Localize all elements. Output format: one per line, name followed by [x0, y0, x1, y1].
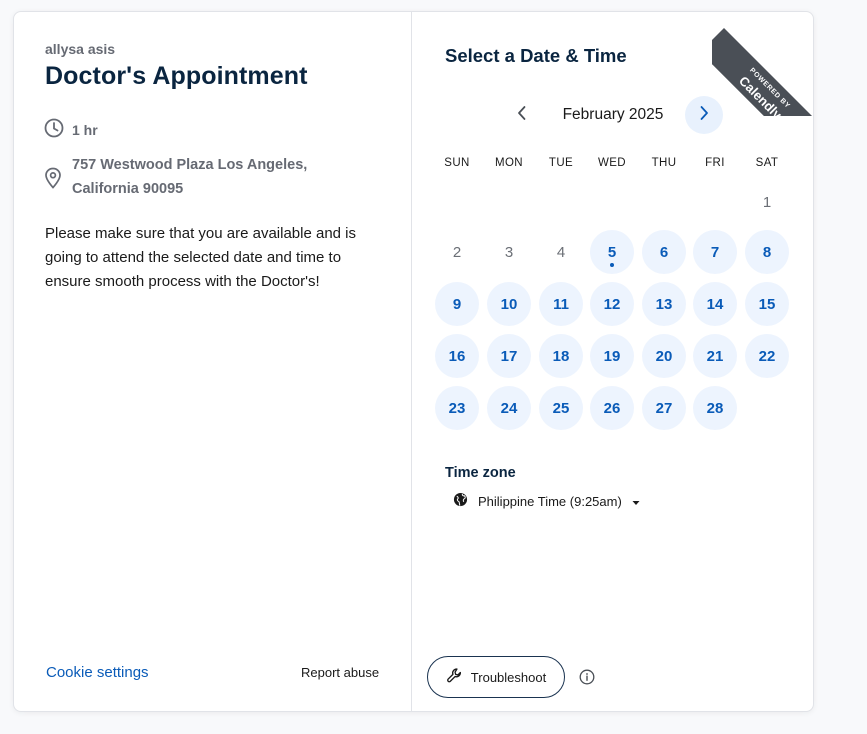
calendar-day-available[interactable]: 13 [642, 282, 686, 326]
weekday-thu: THU [651, 157, 677, 169]
calendar-day-available[interactable]: 16 [435, 334, 479, 378]
event-duration: 1 hr [44, 118, 98, 141]
date-picker-panel: Select a Date & Time February 2025 SUN MO… [413, 12, 813, 711]
calendar-day-available[interactable]: 11 [539, 282, 583, 326]
calendar-day-available[interactable]: 6 [642, 230, 686, 274]
weekday-tue: TUE [548, 157, 574, 169]
calendar-day-available[interactable]: 24 [487, 386, 531, 430]
globe-icon [453, 492, 468, 510]
calendar-day-available[interactable]: 17 [487, 334, 531, 378]
today-indicator [610, 263, 614, 267]
location-line-1: 757 Westwood Plaza Los Angeles, [72, 157, 308, 173]
calendar-day-available[interactable]: 21 [693, 334, 737, 378]
duration-text: 1 hr [72, 121, 98, 138]
calendar-day-available[interactable]: 28 [693, 386, 737, 430]
host-name: allysa asis [45, 41, 116, 57]
powered-by-badge[interactable]: POWERED BY Calendly [712, 12, 813, 116]
calendar-day-unavailable: 2 [452, 243, 462, 261]
weekday-mon: MON [494, 157, 524, 169]
calendar-day-available[interactable]: 14 [693, 282, 737, 326]
report-abuse-link[interactable]: Report abuse [301, 665, 379, 680]
calendar-day-available[interactable]: 5 [590, 230, 634, 274]
troubleshoot-label: Troubleshoot [470, 669, 547, 685]
troubleshoot-button[interactable]: Troubleshoot [427, 656, 565, 698]
weekday-sun: SUN [444, 157, 470, 169]
location-pin-icon [44, 167, 62, 197]
calendar-day-available[interactable]: 9 [435, 282, 479, 326]
cookie-settings-link[interactable]: Cookie settings [46, 664, 149, 681]
calendar-day-available[interactable]: 23 [435, 386, 479, 430]
chevron-right-icon [698, 105, 710, 126]
location-line-2: California 90095 [72, 181, 184, 197]
weekday-wed: WED [597, 157, 627, 169]
calendar-day-unavailable: 3 [504, 243, 514, 261]
calendar-day-unavailable: 1 [762, 193, 772, 211]
calendar-day-available[interactable]: 26 [590, 386, 634, 430]
calendar-day-available[interactable]: 20 [642, 334, 686, 378]
calendar-day-available[interactable]: 15 [745, 282, 789, 326]
weekday-fri: FRI [705, 157, 725, 169]
calendar-day-available[interactable]: 27 [642, 386, 686, 430]
clock-icon [44, 118, 64, 141]
booking-card: allysa asis Doctor's Appointment 1 hr 75… [13, 11, 814, 712]
calendar-day-available[interactable]: 18 [539, 334, 583, 378]
powered-by-ribbon: POWERED BY Calendly [712, 28, 813, 116]
timezone-value: Philippine Time (9:25am) [478, 493, 622, 509]
calendar-day-unavailable: 4 [556, 243, 566, 261]
calendar-day-available[interactable]: 12 [590, 282, 634, 326]
date-picker-title: Select a Date & Time [445, 45, 627, 66]
caret-down-icon [632, 494, 640, 509]
event-description: Please make sure that you are available … [45, 225, 357, 290]
info-icon[interactable] [579, 669, 595, 685]
previous-month-button[interactable] [503, 96, 541, 134]
month-label: February 2025 [562, 106, 664, 123]
calendar-day-available[interactable]: 8 [745, 230, 789, 274]
event-title: Doctor's Appointment [45, 62, 308, 90]
event-location: 757 Westwood Plaza Los Angeles, Californ… [44, 153, 307, 201]
calendar-day-available[interactable]: 25 [539, 386, 583, 430]
calendar-day-available[interactable]: 19 [590, 334, 634, 378]
wrench-icon [446, 667, 463, 687]
timezone-label: Time zone [445, 465, 516, 481]
calendar-day-available[interactable]: 22 [745, 334, 789, 378]
chevron-left-icon [516, 105, 528, 126]
weekday-sat: SAT [755, 157, 779, 169]
location-address: 757 Westwood Plaza Los Angeles, Californ… [72, 153, 307, 201]
calendar-day-available[interactable]: 10 [487, 282, 531, 326]
calendar-day-available[interactable]: 7 [693, 230, 737, 274]
timezone-select[interactable]: Philippine Time (9:25am) [453, 492, 640, 510]
event-details-panel: allysa asis Doctor's Appointment 1 hr 75… [14, 12, 412, 711]
